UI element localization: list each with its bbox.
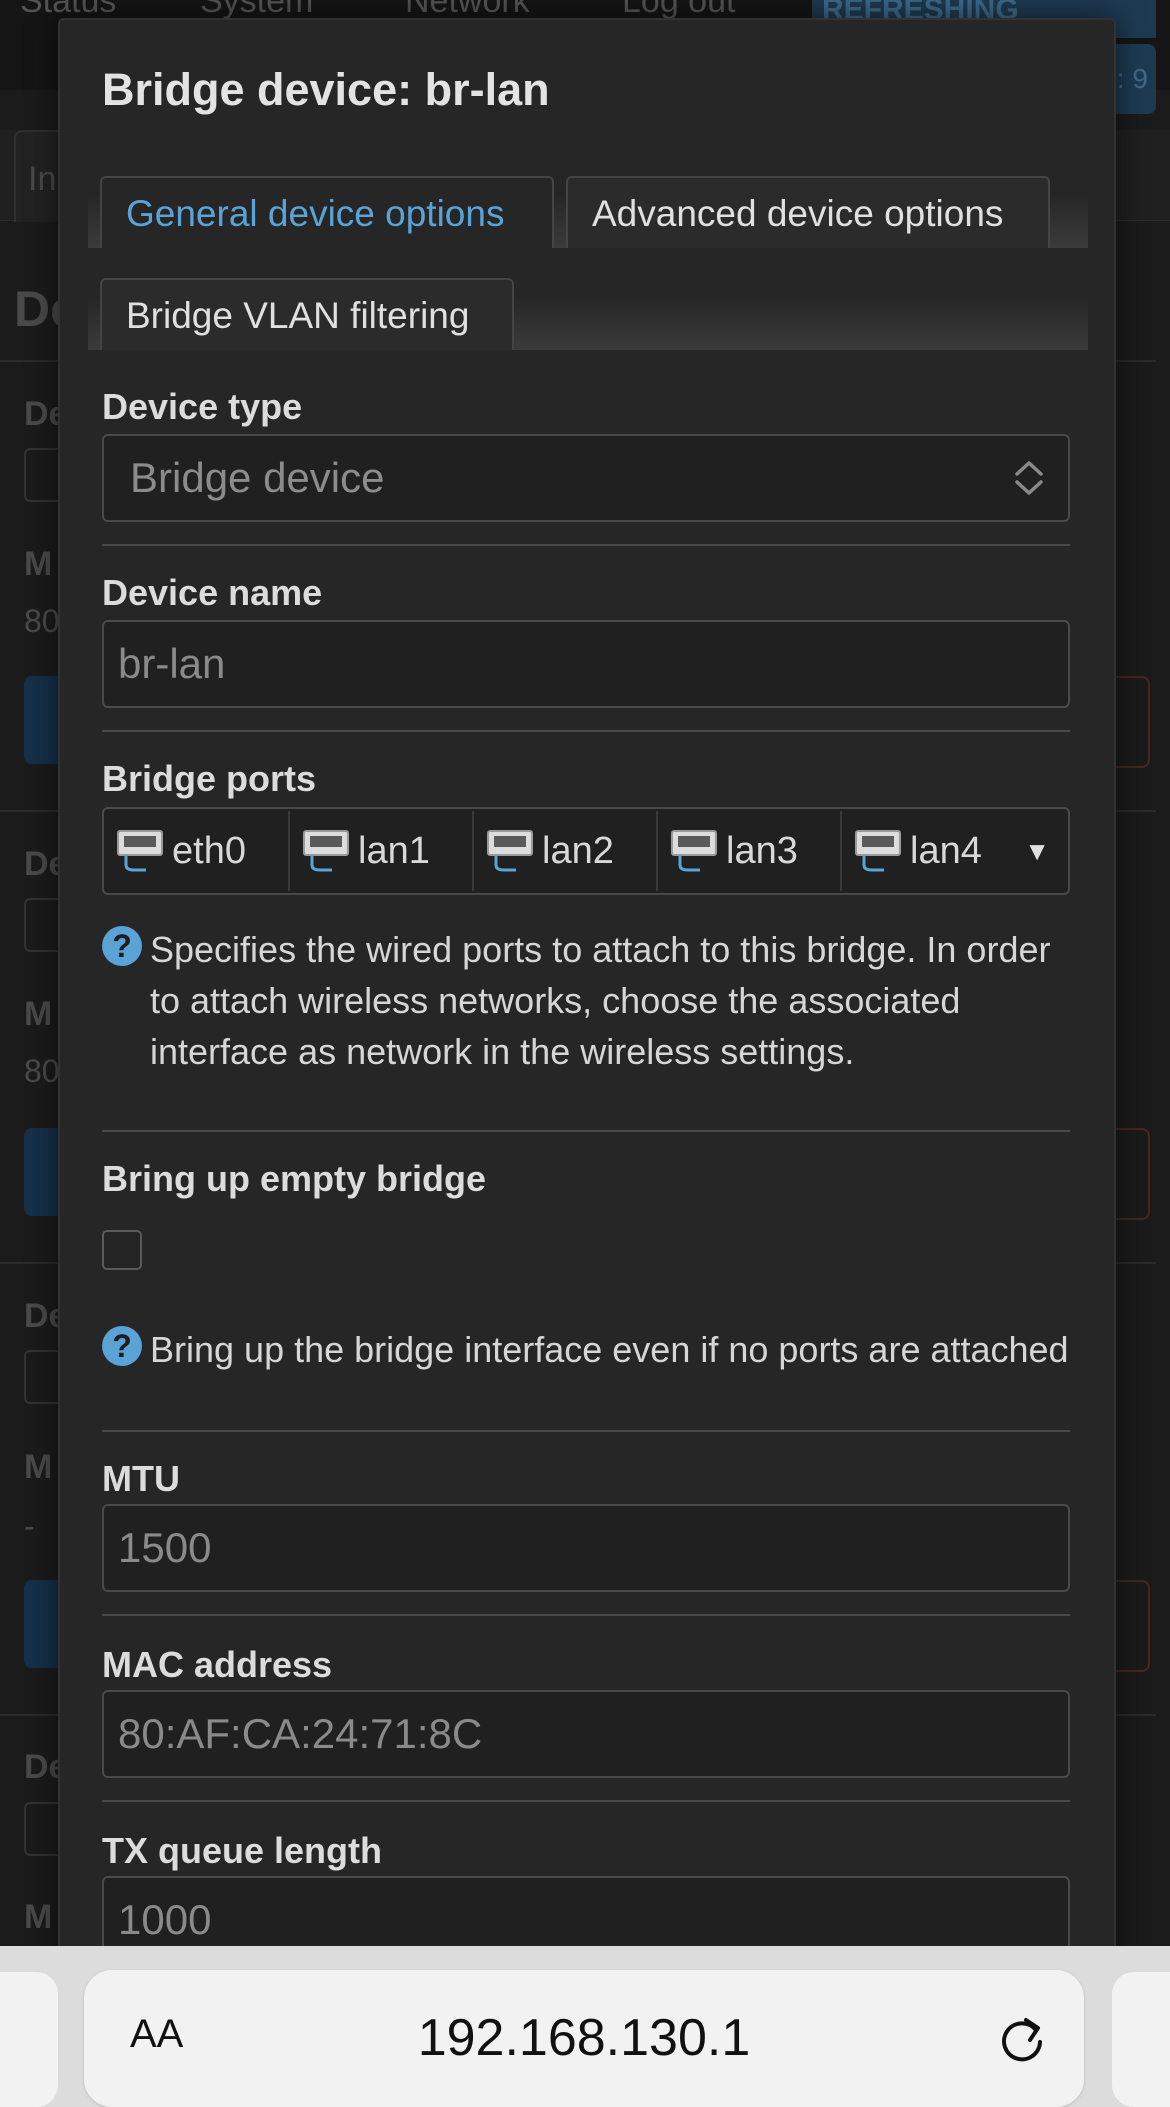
divider (102, 730, 1070, 732)
url-text[interactable]: 192.168.130.1 (84, 2008, 1084, 2068)
bg-text: - (24, 1508, 35, 1544)
divider (102, 544, 1070, 546)
device-name-label: Device name (102, 572, 323, 613)
empty-bridge-help: ? Bring up the bridge interface even if … (102, 1324, 1069, 1428)
device-type-select[interactable]: Bridge device (102, 434, 1070, 522)
ethernet-port-icon (671, 830, 717, 872)
divider (102, 1614, 1070, 1616)
device-type-label: Device type (102, 386, 303, 427)
bridge-ports-help-text: Specifies the wired ports to attach to t… (150, 929, 1051, 1072)
help-icon: ? (102, 926, 142, 966)
txqueue-label: TX queue length (102, 1830, 383, 1871)
address-bar[interactable]: AA 192.168.130.1 (84, 1970, 1084, 2107)
ethernet-port-icon (487, 830, 533, 872)
port-lan3: lan3 (658, 809, 838, 893)
bridge-ports-help: ? Specifies the wired ports to attach to… (102, 924, 1062, 1124)
divider (102, 1130, 1070, 1132)
mac-address-input[interactable]: 80:AF:CA:24:71:8C (102, 1690, 1070, 1778)
device-type-value: Bridge device (130, 454, 385, 501)
mtu-label: MTU (102, 1458, 180, 1499)
bridge-ports-dropdown[interactable]: eth0 lan1 lan2 lan3 lan4 ▼ (102, 807, 1070, 895)
tab-bar-row-2: Bridge VLAN filtering (88, 260, 1088, 350)
ethernet-port-icon (303, 830, 349, 872)
ethernet-port-icon (855, 830, 901, 872)
tab-advanced-device-options[interactable]: Advanced device options (566, 176, 1050, 248)
browser-toolbar: AA 192.168.130.1 (0, 1946, 1170, 2107)
previous-tab-preview[interactable] (0, 1972, 58, 2107)
bg-text: M (24, 995, 53, 1033)
bg-text: M (24, 1898, 53, 1936)
bg-text: In (28, 160, 57, 198)
select-updown-icon (1015, 461, 1043, 495)
empty-bridge-label: Bring up empty bridge (102, 1158, 487, 1199)
port-lan2: lan2 (474, 809, 654, 893)
port-eth0: eth0 (104, 809, 288, 893)
port-lan1: lan1 (290, 809, 470, 893)
bg-text: M (24, 545, 53, 583)
mtu-input[interactable]: 1500 (102, 1504, 1070, 1592)
reload-icon[interactable] (996, 2014, 1048, 2066)
device-name-input[interactable]: br-lan (102, 620, 1070, 708)
bg-text: 80 (24, 603, 60, 639)
ethernet-port-icon (117, 830, 163, 872)
dropdown-caret-icon[interactable]: ▼ (1024, 809, 1050, 893)
divider (102, 1430, 1070, 1432)
bg-text: M (24, 1448, 53, 1486)
mac-address-label: MAC address (102, 1644, 333, 1685)
bg-text: 80 (24, 1053, 60, 1089)
bridge-device-modal: Bridge device: br-lan General device opt… (58, 18, 1116, 1982)
tab-bar: General device options Advanced device o… (88, 158, 1088, 248)
tab-bridge-vlan-filtering[interactable]: Bridge VLAN filtering (100, 278, 514, 350)
help-icon: ? (102, 1326, 142, 1366)
port-lan4: lan4 (842, 809, 1022, 893)
empty-bridge-checkbox[interactable] (102, 1230, 142, 1270)
tab-general-device-options[interactable]: General device options (100, 176, 554, 248)
next-tab-preview[interactable] (1112, 1972, 1170, 2107)
modal-title: Bridge device: br-lan (102, 64, 550, 115)
empty-bridge-help-text: Bring up the bridge interface even if no… (150, 1329, 1069, 1370)
bridge-ports-label: Bridge ports (102, 758, 317, 799)
divider (102, 1800, 1070, 1802)
